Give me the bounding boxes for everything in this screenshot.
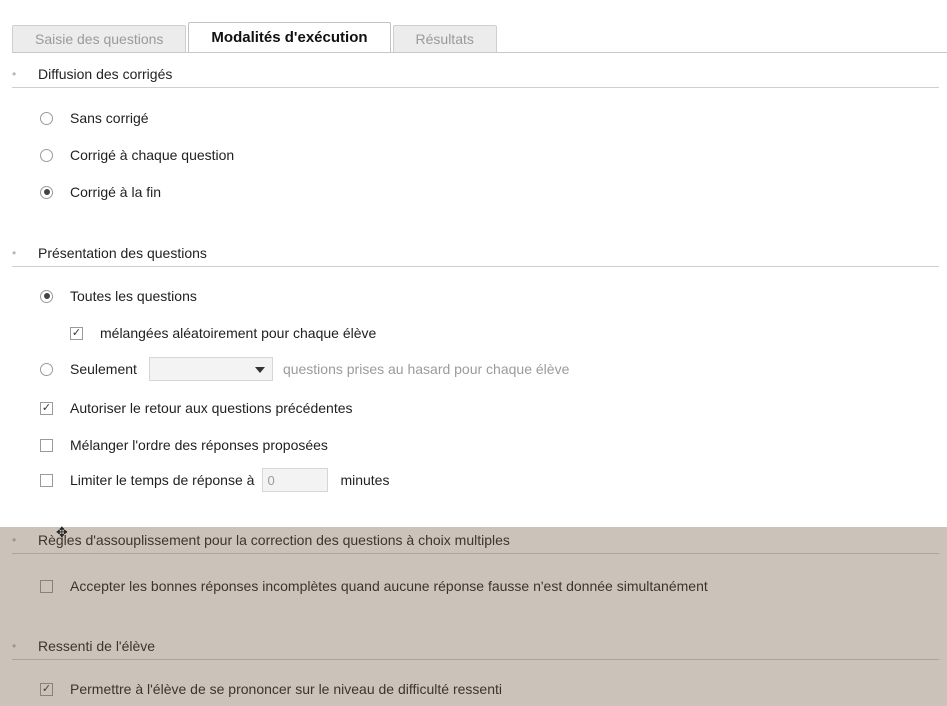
checkbox-checked-icon[interactable]: ✓ xyxy=(40,401,53,415)
radio-seulement[interactable]: Seulement questions prises au hasard pou… xyxy=(40,357,570,381)
section-diffusion-header: • Diffusion des corrigés xyxy=(12,60,939,88)
checkbox-unchecked-icon[interactable] xyxy=(40,473,53,487)
section-bullet-icon: • xyxy=(12,638,17,653)
checkbox-unchecked-icon[interactable] xyxy=(40,438,53,452)
section-bullet-icon: • xyxy=(12,245,17,260)
checkbox-accepter-reponses-incompletes[interactable]: Accepter les bonnes réponses incomplètes… xyxy=(40,575,708,597)
radio-corrige-a-la-fin[interactable]: Corrigé à la fin xyxy=(40,181,161,203)
checkbox-label: mélangées aléatoirement pour chaque élèv… xyxy=(100,325,377,341)
questions-count-dropdown[interactable] xyxy=(148,357,273,381)
section-title: Présentation des questions xyxy=(38,244,207,261)
section-title: Règles d'assouplissement pour la correct… xyxy=(38,531,510,548)
section-bullet-icon: • xyxy=(12,66,17,81)
tab-bar: Saisie des questions Modalités d'exécuti… xyxy=(12,22,499,52)
radio-corrige-chaque-question[interactable]: Corrigé à chaque question xyxy=(40,144,234,166)
tab-saisie-des-questions[interactable]: Saisie des questions xyxy=(12,25,187,52)
tab-resultats[interactable]: Résultats xyxy=(392,25,497,52)
checkbox-checked-icon[interactable]: ✓ xyxy=(40,682,53,696)
radio-button-icon[interactable] xyxy=(40,289,53,303)
seulement-suffix-label: questions prises au hasard pour chaque é… xyxy=(282,361,570,377)
checkbox-label: Permettre à l'élève de se prononcer sur … xyxy=(70,681,502,697)
radio-button-icon[interactable] xyxy=(40,148,53,162)
radio-button-icon[interactable] xyxy=(40,111,53,125)
checkbox-label: Limiter le temps de réponse à xyxy=(70,472,255,488)
radio-label: Corrigé à chaque question xyxy=(70,147,235,163)
time-limit-input[interactable]: 0 xyxy=(262,468,329,492)
checkbox-melangees-aleatoirement[interactable]: ✓ mélangées aléatoirement pour chaque él… xyxy=(70,322,376,344)
section-bullet-icon: • xyxy=(12,532,17,547)
section-presentation-header: • Présentation des questions xyxy=(12,239,939,267)
section-regles-header: • Règles d'assouplissement pour la corre… xyxy=(12,526,939,554)
time-limit-unit: minutes xyxy=(340,472,390,488)
checkbox-unchecked-icon[interactable] xyxy=(40,579,53,593)
radio-toutes-les-questions[interactable]: Toutes les questions xyxy=(40,285,197,307)
section-title: Ressenti de l'élève xyxy=(38,637,156,654)
radio-label: Corrigé à la fin xyxy=(70,184,162,200)
radio-button-icon[interactable] xyxy=(40,362,53,376)
radio-label: Toutes les questions xyxy=(70,288,197,304)
move-cursor-icon: ✥ xyxy=(56,524,68,540)
checkbox-label: Accepter les bonnes réponses incomplètes… xyxy=(70,578,708,594)
radio-sans-corrige[interactable]: Sans corrigé xyxy=(40,107,149,129)
checkbox-autoriser-retour[interactable]: ✓ Autoriser le retour aux questions préc… xyxy=(40,397,353,419)
checkbox-melanger-reponses[interactable]: Mélanger l'ordre des réponses proposées xyxy=(40,434,328,456)
checkbox-permettre-ressenti[interactable]: ✓ Permettre à l'élève de se prononcer su… xyxy=(40,678,502,700)
radio-label: Seulement xyxy=(70,361,137,377)
checkbox-label: Autoriser le retour aux questions précéd… xyxy=(70,400,353,416)
checkbox-label: Mélanger l'ordre des réponses proposées xyxy=(70,437,328,453)
tab-divider xyxy=(12,52,947,53)
radio-label: Sans corrigé xyxy=(70,110,149,126)
section-ressenti-header: • Ressenti de l'élève xyxy=(12,632,939,660)
checkbox-checked-icon[interactable]: ✓ xyxy=(70,326,83,340)
section-title: Diffusion des corrigés xyxy=(38,65,173,82)
chevron-down-icon[interactable] xyxy=(254,367,265,373)
checkbox-limiter-temps[interactable]: Limiter le temps de réponse à 0 minutes xyxy=(40,468,390,492)
tab-modalites-execution[interactable]: Modalités d'exécution xyxy=(188,22,391,52)
radio-button-icon[interactable] xyxy=(40,185,53,199)
